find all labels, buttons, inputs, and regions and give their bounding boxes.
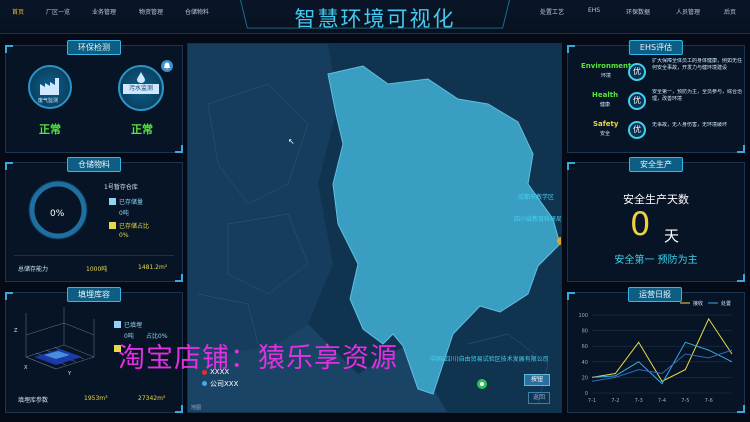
capacity-label: 总储存能力 (18, 266, 49, 273)
water-status: 正常 (131, 123, 153, 136)
y-axis-label: Y (68, 371, 72, 377)
storage-panel-title: 仓储物料 (67, 157, 121, 172)
env-panel: 环保检测 废气监测 正常 污水监测 正常 (5, 40, 183, 153)
ehs-safety-grade: 优 (628, 121, 646, 139)
ehs-panel-title: EHS评估 (628, 40, 684, 55)
nav-materials[interactable]: 物资管理 (139, 7, 163, 16)
landfill-legend-icon (114, 321, 121, 328)
stored-value: 0吨 (119, 210, 129, 217)
landfill-volume2: 27342m³ (138, 395, 166, 402)
ratio-label: 已存储占比 (119, 223, 150, 230)
series-line-0 (591, 317, 733, 382)
nav-staff[interactable]: 人员管理 (676, 7, 700, 16)
ehs-safety-en: Safety (593, 120, 619, 128)
landfill-params-label: 填埋库参数 (18, 397, 49, 404)
series-line-2 (591, 349, 733, 382)
y-tick-label: 0 (585, 391, 588, 397)
safety-days-value: 0 (630, 205, 651, 243)
x-tick-label: 7-4 (658, 398, 666, 404)
z-axis-label: Z (14, 328, 18, 334)
nav-next-page[interactable]: 后页 (724, 7, 736, 16)
ehs-health-en: Health (592, 91, 619, 99)
nav-home[interactable]: 首页 (12, 7, 24, 16)
nav-warehouse[interactable]: 仓储物料 (185, 7, 209, 16)
marker-blue-icon (202, 381, 207, 386)
nav-business[interactable]: 业务管理 (92, 7, 116, 16)
map-label-2[interactable]: 四川省教育科研局 (514, 214, 561, 223)
storage-percent: 0% (50, 209, 65, 219)
landfill-panel-title: 填埋库容 (67, 287, 121, 302)
x-tick-label: 7-6 (705, 398, 713, 404)
ehs-health-cn: 健康 (600, 102, 611, 108)
warehouse-name: 1号暂存仓库 (104, 184, 138, 191)
safety-days-unit: 天 (664, 227, 680, 245)
water-monitor-label: 污水监测 (123, 84, 159, 94)
ehs-health-grade: 优 (628, 92, 646, 110)
legend-label: 处置 (721, 300, 731, 307)
ehs-panel: EHS评估 Environment 环境 优 扩大保障全体员工的身体健康，例如无… (567, 40, 745, 153)
ehs-env-en: Environment (581, 62, 632, 70)
y-tick-label: 40 (582, 360, 588, 366)
env-panel-title: 环保检测 (67, 40, 121, 55)
nav-env-data[interactable]: 环保数据 (626, 7, 650, 16)
map-logo: 地图 (191, 405, 202, 411)
ehs-safety-desc: 无事故，无人身伤害，无环境破坏 (652, 122, 728, 128)
mouse-cursor-icon: ↖ (288, 137, 295, 146)
ehs-env-grade: 优 (628, 63, 646, 81)
map-company-label[interactable]: 公司XXX (210, 379, 238, 389)
safety-panel-title: 安全生产 (629, 157, 683, 172)
water-monitor-badge[interactable]: 污水监测 (118, 65, 164, 111)
map-back-button[interactable]: 返回 (528, 392, 550, 404)
x-tick-label: 7-2 (611, 398, 619, 404)
safety-days-label: 安全生产天数 (623, 193, 689, 206)
ehs-env-cn: 环境 (601, 73, 612, 79)
nav-ehs[interactable]: EHS (588, 7, 600, 14)
ratio-legend-icon (109, 222, 116, 229)
y-tick-label: 100 (578, 313, 588, 319)
y-tick-label: 80 (582, 329, 588, 335)
watermark-text: 淘宝店铺：猿乐享资源 (118, 343, 398, 374)
alarm-bell-icon[interactable] (161, 60, 173, 72)
storage-panel: 仓储物料 0% 1号暂存仓库 已存储量 0吨 已存储占比 0% 总储存能力 10… (5, 157, 183, 282)
y-tick-label: 20 (582, 375, 588, 381)
landfill-used-label: 已填埋 (124, 322, 143, 329)
map-label-1[interactable]: 成都市教学区 (518, 192, 554, 201)
stored-label: 已存储量 (119, 199, 144, 206)
ratio-value: 0% (119, 232, 129, 239)
x-tick-label: 7-3 (635, 398, 643, 404)
safety-slogan: 安全第一 预防为主 (614, 255, 698, 266)
ops-panel: 运营日报 100 80 60 40 20 0 7-1 7-2 7-3 7-4 7-5 7-6 接收 处置 (567, 287, 745, 413)
x-tick-label: 7-1 (588, 398, 596, 404)
ehs-safety-cn: 安全 (600, 131, 611, 137)
header: 智慧环境可视化 首页 厂区一览 业务管理 物资管理 仓储物料 处置工艺 EHS … (0, 0, 750, 34)
divider (14, 255, 174, 256)
legend-label: 接收 (693, 300, 703, 307)
page-title: 智慧环境可视化 (294, 7, 456, 31)
area-value: 1481.2m² (138, 264, 168, 271)
x-tick-label: 7-5 (681, 398, 689, 404)
x-axis-label: X (24, 365, 28, 371)
safety-panel: 安全生产 安全生产天数 0 天 安全第一 预防为主 (567, 157, 745, 282)
ops-line-chart: 100 80 60 40 20 07-1 7-2 7-3 7-4 7-5 7-6 接收 处置 (578, 300, 733, 404)
ehs-health-desc: 安全第一，预防为主，全员参与，综合治理，改善环境 (652, 89, 742, 102)
y-tick-label: 60 (582, 344, 588, 350)
capacity-value: 1000吨 (86, 266, 108, 273)
water-drop-icon (137, 72, 145, 83)
ehs-env-desc: 扩大保障全体员工的身体健康，例如无任何安全事故，开发力与健环境建设 (652, 58, 742, 71)
landfill-volume1: 1953m³ (84, 395, 108, 402)
map-company-full[interactable]: 中国(四川)自由贸易试验区技术发展有限公司 (430, 354, 549, 363)
exhaust-status: 正常 (39, 123, 61, 136)
stored-legend-icon (109, 198, 116, 205)
nav-process[interactable]: 处置工艺 (540, 7, 564, 16)
nav-plant-overview[interactable]: 厂区一览 (46, 7, 70, 16)
exhaust-label: 废气监测 (38, 98, 59, 104)
map-action-button[interactable]: 按钮 (524, 374, 550, 386)
